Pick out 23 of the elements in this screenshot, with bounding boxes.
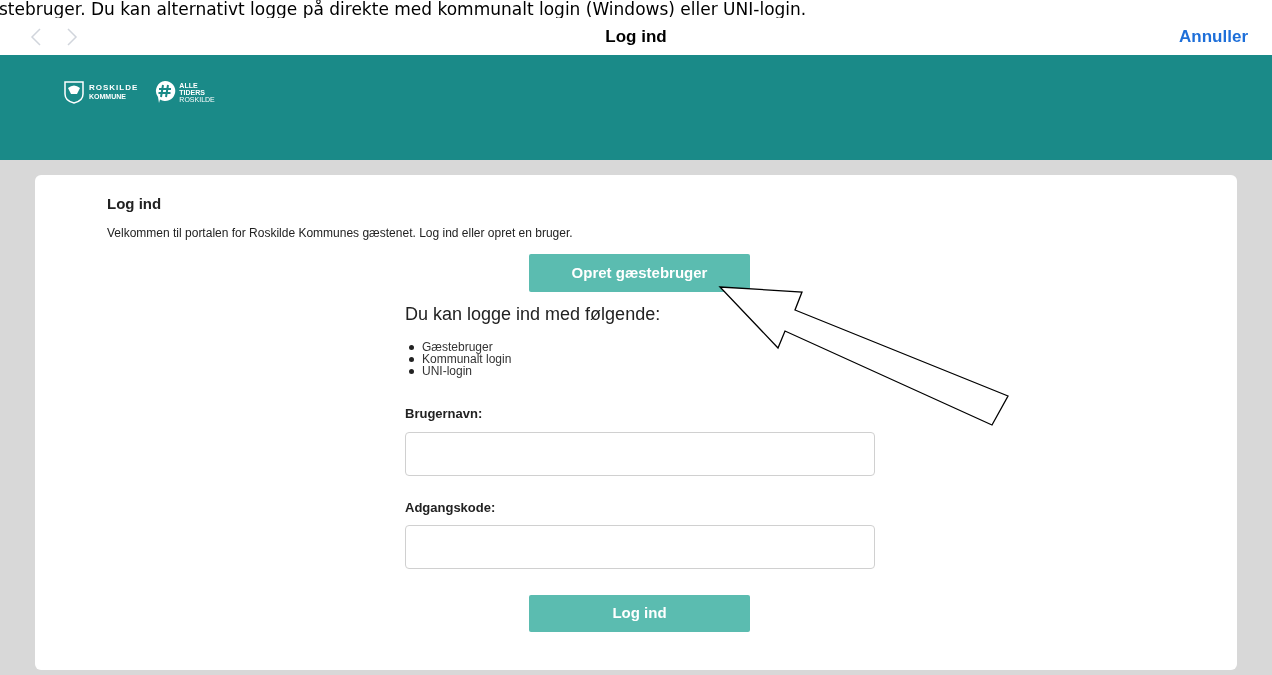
nav-title: Log ind: [605, 25, 667, 48]
hashtag-bubble-icon: [154, 80, 177, 104]
crest-icon: [63, 80, 85, 104]
bullet-icon: [409, 344, 414, 350]
forward-button[interactable]: [66, 26, 78, 47]
cancel-button[interactable]: Annuller: [1179, 23, 1248, 50]
intro-text: Velkommen til portalen for Roskilde Kommunes gæstenet. Log ind eller opret en bruger.: [107, 224, 574, 242]
logo-name: ROSKILDE: [89, 84, 139, 92]
card-title: Log ind: [107, 194, 163, 214]
field-label: Adgangskode:: [405, 498, 497, 517]
bullet-icon: [409, 368, 414, 374]
caption-text: stebruger. Du kan alternativt logge på direkte med kommunalt login (Windows) eller UNI-login.: [0, 0, 807, 18]
password-field[interactable]: [405, 525, 875, 569]
method-item: Gæstebruger: [422, 341, 493, 353]
username-field[interactable]: [405, 431, 875, 476]
field-label: Brugernavn:: [405, 405, 484, 423]
create-guest-button[interactable]: Opret gæstebruger: [529, 254, 750, 292]
back-button[interactable]: [30, 26, 42, 47]
login-button[interactable]: Log ind: [529, 595, 750, 632]
methods-heading: Du kan logge ind med følgende:: [405, 303, 662, 326]
method-item: UNI-login: [422, 365, 472, 377]
method-item: Kommunalt login: [422, 353, 512, 365]
bullet-icon: [409, 356, 414, 362]
